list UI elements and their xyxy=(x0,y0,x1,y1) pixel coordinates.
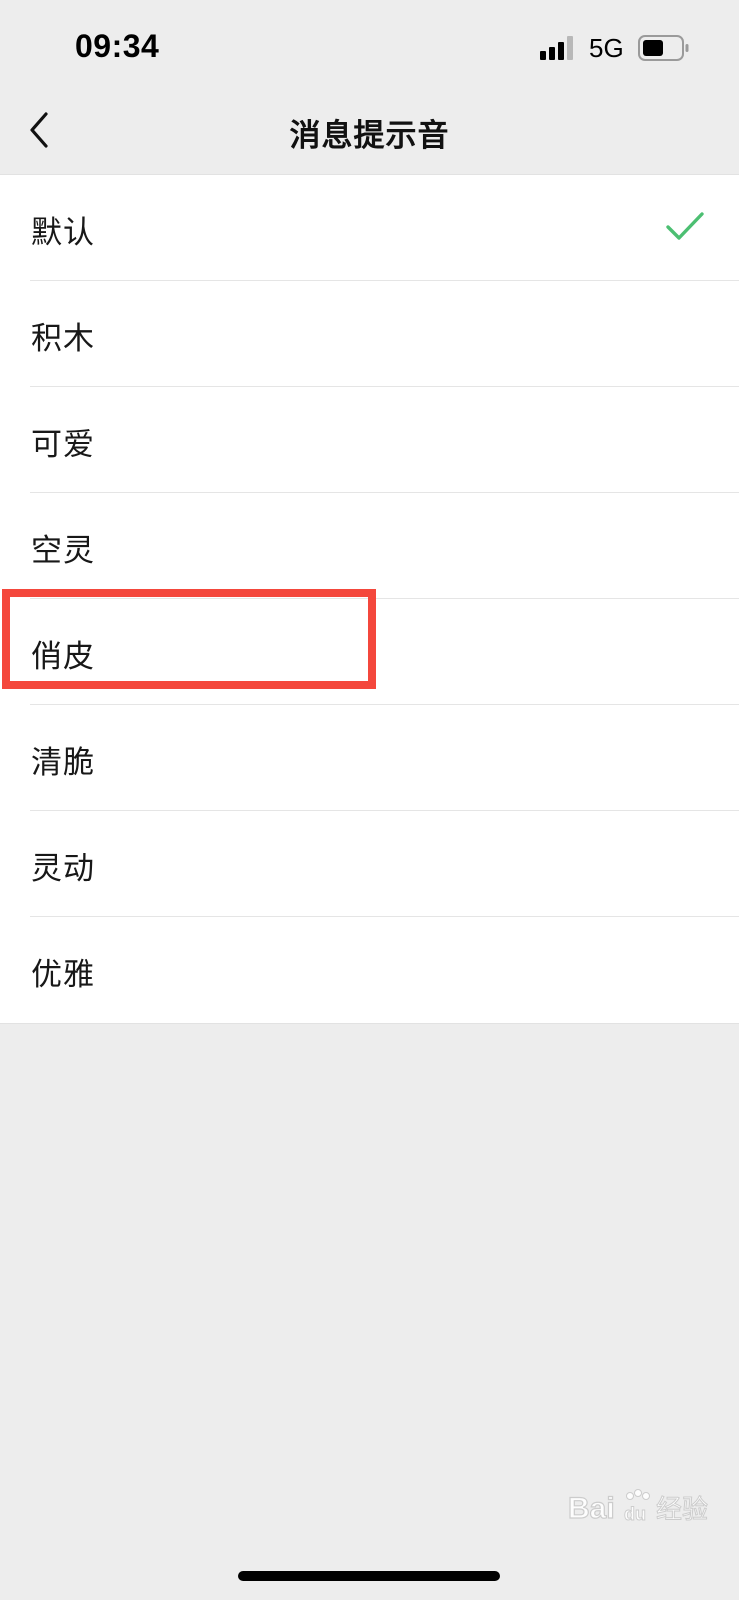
watermark-brand-suffix: du xyxy=(624,1504,646,1524)
tone-item-default[interactable]: 默认 xyxy=(0,175,739,281)
tone-label: 清脆 xyxy=(31,745,95,781)
home-indicator[interactable] xyxy=(238,1571,500,1581)
check-icon xyxy=(666,212,704,240)
tone-label: 可爱 xyxy=(31,427,95,463)
tone-item-ethereal[interactable]: 空灵 xyxy=(0,493,739,599)
tone-label: 积木 xyxy=(31,321,95,357)
tone-list: 默认 积木 可爱 空灵 俏皮 清脆 灵动 优雅 xyxy=(0,174,739,1024)
tone-item-crisp[interactable]: 清脆 xyxy=(0,705,739,811)
network-label: 5G xyxy=(589,33,624,63)
status-bar: 09:34 5G xyxy=(0,0,739,90)
tone-label: 优雅 xyxy=(31,957,95,993)
tone-item-cute[interactable]: 可爱 xyxy=(0,387,739,493)
watermark-label: 经验 xyxy=(656,1495,708,1525)
status-time: 09:34 xyxy=(75,28,160,64)
nav-bar: 消息提示音 xyxy=(0,90,739,174)
tone-item-elegant[interactable]: 优雅 xyxy=(0,917,739,1023)
paw-icon xyxy=(626,1489,650,1500)
tone-label: 默认 xyxy=(31,215,95,251)
watermark-brand: Bai xyxy=(568,1492,615,1525)
screen: 09:34 5G 消息提示音 默认 积木 可爱 空灵 俏皮 清脆 灵动 优雅 B… xyxy=(0,0,739,1600)
tone-label: 空灵 xyxy=(31,533,95,569)
tone-item-blocks[interactable]: 积木 xyxy=(0,281,739,387)
tone-label: 俏皮 xyxy=(31,639,95,675)
battery-icon xyxy=(638,35,689,61)
tone-item-lively[interactable]: 灵动 xyxy=(0,811,739,917)
page-title: 消息提示音 xyxy=(289,118,450,154)
tone-label: 灵动 xyxy=(31,851,95,887)
baidu-jingyan-watermark: Bai du 经验 xyxy=(568,1489,709,1526)
tone-item-playful[interactable]: 俏皮 xyxy=(0,599,739,705)
signal-icon xyxy=(540,36,573,60)
